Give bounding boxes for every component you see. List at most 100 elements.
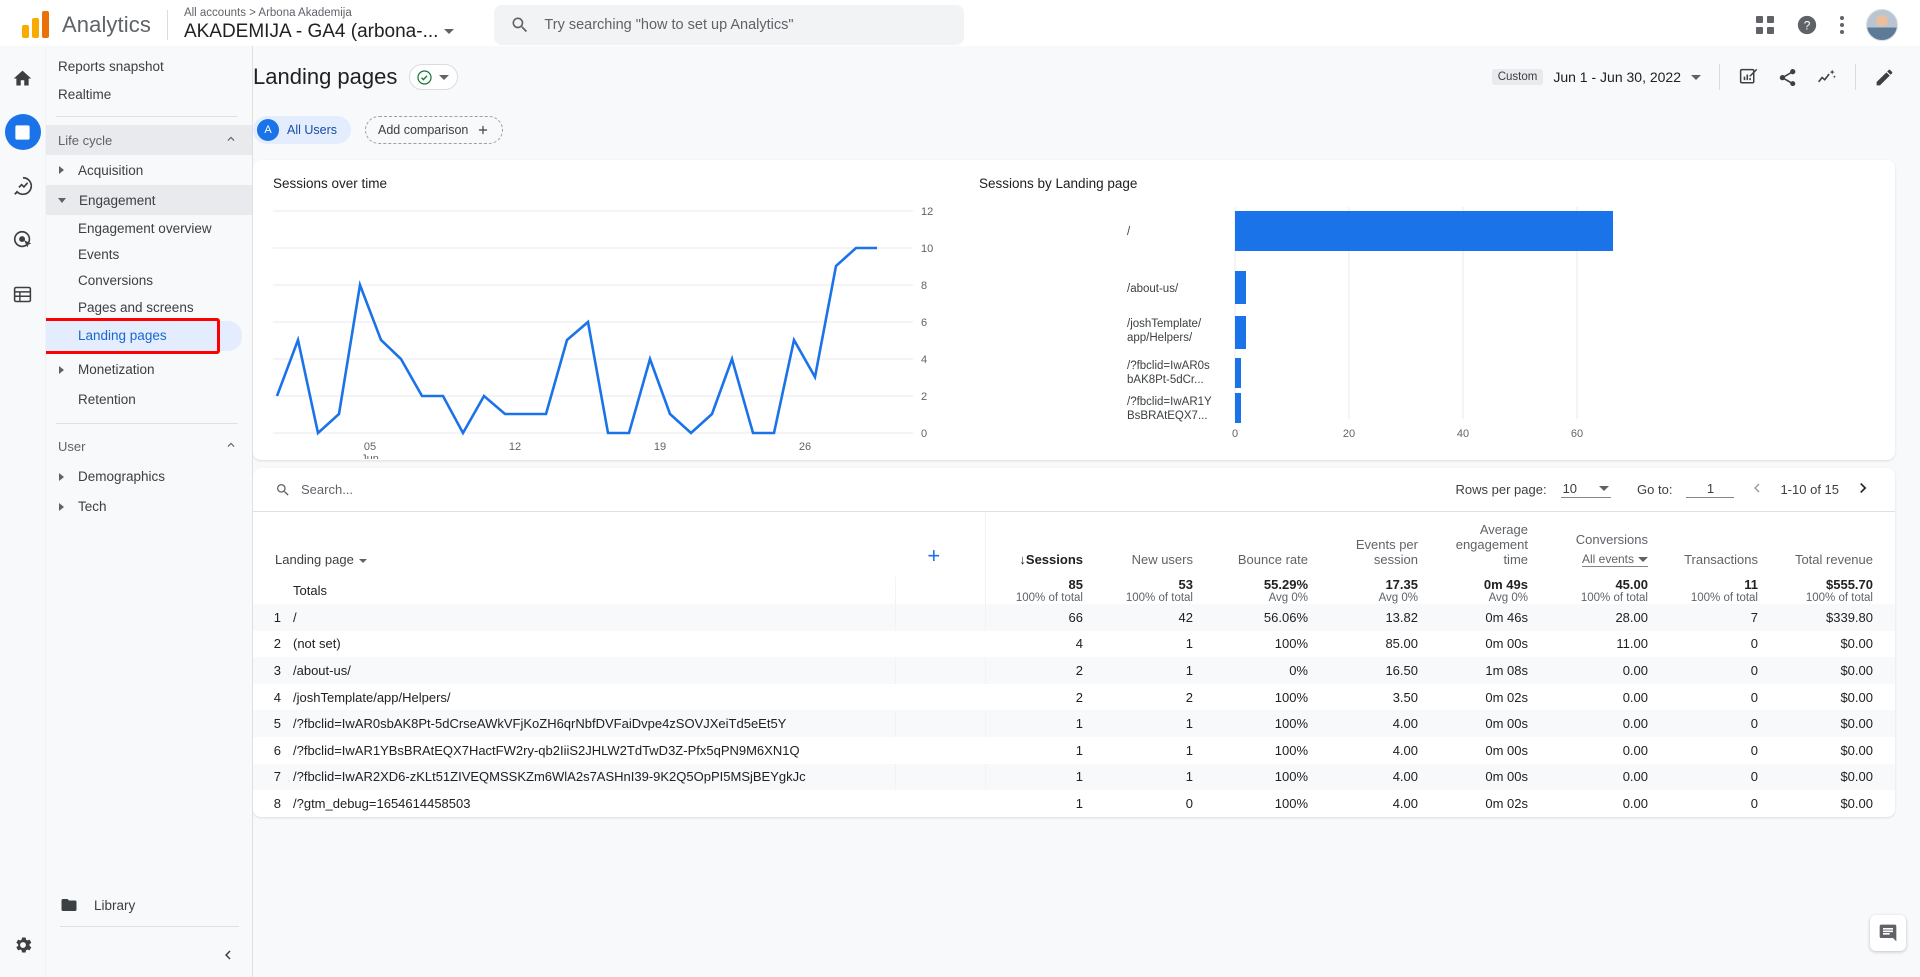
table-header-row: Landing page + ↓Sessions New users Bounc	[253, 512, 1895, 577]
configure-icon[interactable]	[5, 276, 41, 312]
edit-icon[interactable]	[1874, 67, 1895, 88]
chip-all-users[interactable]: A All Users	[253, 116, 352, 144]
table-row[interactable]: 3 /about-us/ 2 1 0% 16.50 1m 08s 0.00 0 …	[253, 657, 1895, 684]
user-avatar[interactable]	[1866, 8, 1898, 41]
row-dimension[interactable]: /joshTemplate/app/Helpers/	[293, 684, 895, 711]
row-dimension[interactable]: (not set)	[293, 631, 895, 658]
column-header-sessions[interactable]: ↓Sessions	[984, 512, 1095, 577]
sidebar-item-pages-and-screens[interactable]: Pages and screens	[46, 294, 252, 320]
svg-text:19: 19	[654, 441, 666, 453]
sidebar-group-user[interactable]: User	[46, 432, 252, 462]
kebab-menu-icon[interactable]	[1840, 15, 1844, 34]
sidebar-item-reports-snapshot[interactable]: Reports snapshot	[46, 52, 252, 80]
sidebar-item-tech[interactable]: Tech	[46, 492, 252, 522]
search-input[interactable]: Try searching "how to set up Analytics"	[494, 4, 965, 45]
date-range-selector[interactable]: Custom Jun 1 - Jun 30, 2022	[1491, 69, 1701, 85]
table-row[interactable]: 8 /?gtm_debug=1654614458503 1 0 100% 4.0…	[253, 790, 1895, 817]
row-dimension[interactable]: /	[293, 604, 895, 631]
add-comparison-button[interactable]: Add comparison	[365, 116, 504, 144]
cell-conversions: 0.00	[1622, 716, 1648, 732]
rows-per-page-value: 10	[1562, 481, 1578, 496]
column-header-conversions[interactable]: Conversions All events	[1540, 512, 1660, 577]
column-header-total-revenue[interactable]: Total revenue	[1770, 512, 1895, 577]
sidebar-item-retention[interactable]: Retention	[46, 385, 252, 415]
goto-page-input[interactable]: 1	[1686, 481, 1735, 498]
next-page-button[interactable]	[1853, 478, 1873, 502]
compare-icon[interactable]	[1816, 67, 1837, 88]
column-header-landing-page[interactable]: Landing page	[253, 512, 895, 577]
table-row[interactable]: 2 (not set) 4 1 100% 85.00 0m 00s 11.00 …	[253, 631, 1895, 658]
table-row[interactable]: 7 /?fbclid=IwAR2XD6-zKLt51ZIVEQMSSKZm6Wl…	[253, 763, 1895, 791]
dimension-label: Landing page	[275, 552, 354, 567]
feedback-button[interactable]	[1870, 915, 1906, 951]
sidebar-item-engagement[interactable]: Engagement	[46, 185, 252, 215]
cell-new-users: 0	[1185, 795, 1193, 811]
prev-page-button[interactable]	[1748, 479, 1766, 501]
chevron-up-icon[interactable]	[224, 438, 238, 455]
cell-avg-engagement-time: 0m 00s	[1485, 769, 1528, 785]
table-row[interactable]: 6 /?fbclid=IwAR1YBsBRAtEQX7HactFW2ry-qb2…	[253, 737, 1895, 764]
column-header-bounce-rate[interactable]: Bounce rate	[1205, 512, 1320, 577]
table-row[interactable]: 4 /joshTemplate/app/Helpers/ 2 2 100% 3.…	[253, 684, 1895, 711]
settings-gear-icon[interactable]	[5, 927, 41, 963]
help-icon[interactable]: ?	[1796, 14, 1818, 36]
sidebar-bottom: Library	[46, 890, 252, 977]
totals-events-per-session: 17.35 Avg 0%	[1320, 577, 1430, 604]
totals-conversions: 45.00 100% of total	[1540, 577, 1660, 604]
add-dimension-button[interactable]: +	[895, 512, 985, 577]
sidebar-group-life-cycle[interactable]: Life cycle	[46, 125, 252, 155]
sidebar-item-events[interactable]: Events	[46, 241, 252, 267]
collapse-sidebar-button[interactable]	[46, 933, 252, 977]
page-header: Landing pages Custom Jun 1 - Jun 30, 202…	[253, 46, 1920, 108]
cell-avg-engagement-time: 0m 00s	[1485, 742, 1528, 758]
table-search[interactable]: Search...	[275, 482, 353, 498]
table-row[interactable]: 5 /?fbclid=IwAR0sbAK8Pt-5dCrseAWkVFjKoZH…	[253, 710, 1895, 737]
table-row[interactable]: 1 / 66 42 56.06% 13.82 0m 46s 28.00 7 $3…	[253, 604, 1895, 631]
rows-per-page-select[interactable]: 10	[1560, 481, 1612, 498]
column-label: New users	[1131, 552, 1193, 567]
search-placeholder: Try searching "how to set up Analytics"	[544, 16, 794, 33]
row-dimension[interactable]: /?fbclid=IwAR2XD6-zKLt51ZIVEQMSSKZm6WlA2…	[293, 764, 895, 791]
sidebar-item-engagement-overview[interactable]: Engagement overview	[46, 215, 252, 241]
home-icon[interactable]	[5, 60, 41, 96]
row-dimension[interactable]: /?fbclid=IwAR1YBsBRAtEQX7HactFW2ry-qb2Ii…	[293, 737, 895, 764]
column-header-new-users[interactable]: New users	[1095, 512, 1205, 577]
insights-icon[interactable]	[1738, 67, 1759, 88]
row-dimension[interactable]: /about-us/	[293, 657, 895, 684]
share-icon[interactable]	[1777, 67, 1798, 88]
column-header-events-per-session[interactable]: Events per session	[1320, 512, 1430, 577]
bar-0	[1235, 211, 1613, 251]
sidebar-item-library[interactable]: Library	[46, 890, 252, 920]
cell-total-revenue: $0.00	[1840, 795, 1873, 811]
cell-conversions: 0.00	[1622, 742, 1648, 758]
apps-grid-icon[interactable]	[1756, 15, 1774, 34]
chevron-up-icon[interactable]	[224, 132, 238, 149]
sidebar-item-landing-pages[interactable]: Landing pages	[46, 320, 242, 351]
page-header-actions: Custom Jun 1 - Jun 30, 2022	[1491, 64, 1895, 90]
conversions-event-selector[interactable]: All events	[1581, 552, 1648, 567]
search-icon	[512, 17, 528, 32]
sidebar-item-acquisition[interactable]: Acquisition	[46, 155, 252, 185]
bar-4	[1235, 393, 1241, 423]
cell-conversions: 11.00	[1616, 636, 1648, 652]
cell-transactions: 0	[1750, 795, 1758, 811]
chart-title: Sessions over time	[273, 176, 388, 191]
totals-value: $555.70	[1826, 577, 1873, 592]
sidebar-item-monetization[interactable]: Monetization	[46, 355, 252, 385]
explore-icon[interactable]	[5, 168, 41, 204]
sidebar-item-realtime[interactable]: Realtime	[46, 80, 252, 108]
sidebar-item-demographics[interactable]: Demographics	[46, 462, 252, 492]
advertising-icon[interactable]	[5, 222, 41, 258]
cell-avg-engagement-time: 0m 00s	[1485, 636, 1528, 652]
row-index: 1	[273, 609, 281, 625]
column-header-average-engagement-time[interactable]: Average engagement time	[1430, 512, 1540, 577]
cell-sessions: 4	[1075, 636, 1083, 652]
account-property-selector[interactable]: All accounts > Arbona Akademija AKADEMIJ…	[184, 6, 455, 44]
reports-icon[interactable]	[4, 114, 41, 150]
row-dimension[interactable]: /?fbclid=IwAR0sbAK8Pt-5dCrseAWkVFjKoZH6q…	[293, 710, 895, 737]
column-header-transactions[interactable]: Transactions	[1660, 512, 1770, 577]
row-dimension[interactable]: /?gtm_debug=1654614458503	[293, 790, 895, 817]
report-status-dropdown[interactable]	[409, 64, 459, 90]
svg-text:/?fbclid=IwAR1Y: /?fbclid=IwAR1Y	[1127, 396, 1212, 408]
sidebar-item-conversions[interactable]: Conversions	[46, 268, 252, 294]
